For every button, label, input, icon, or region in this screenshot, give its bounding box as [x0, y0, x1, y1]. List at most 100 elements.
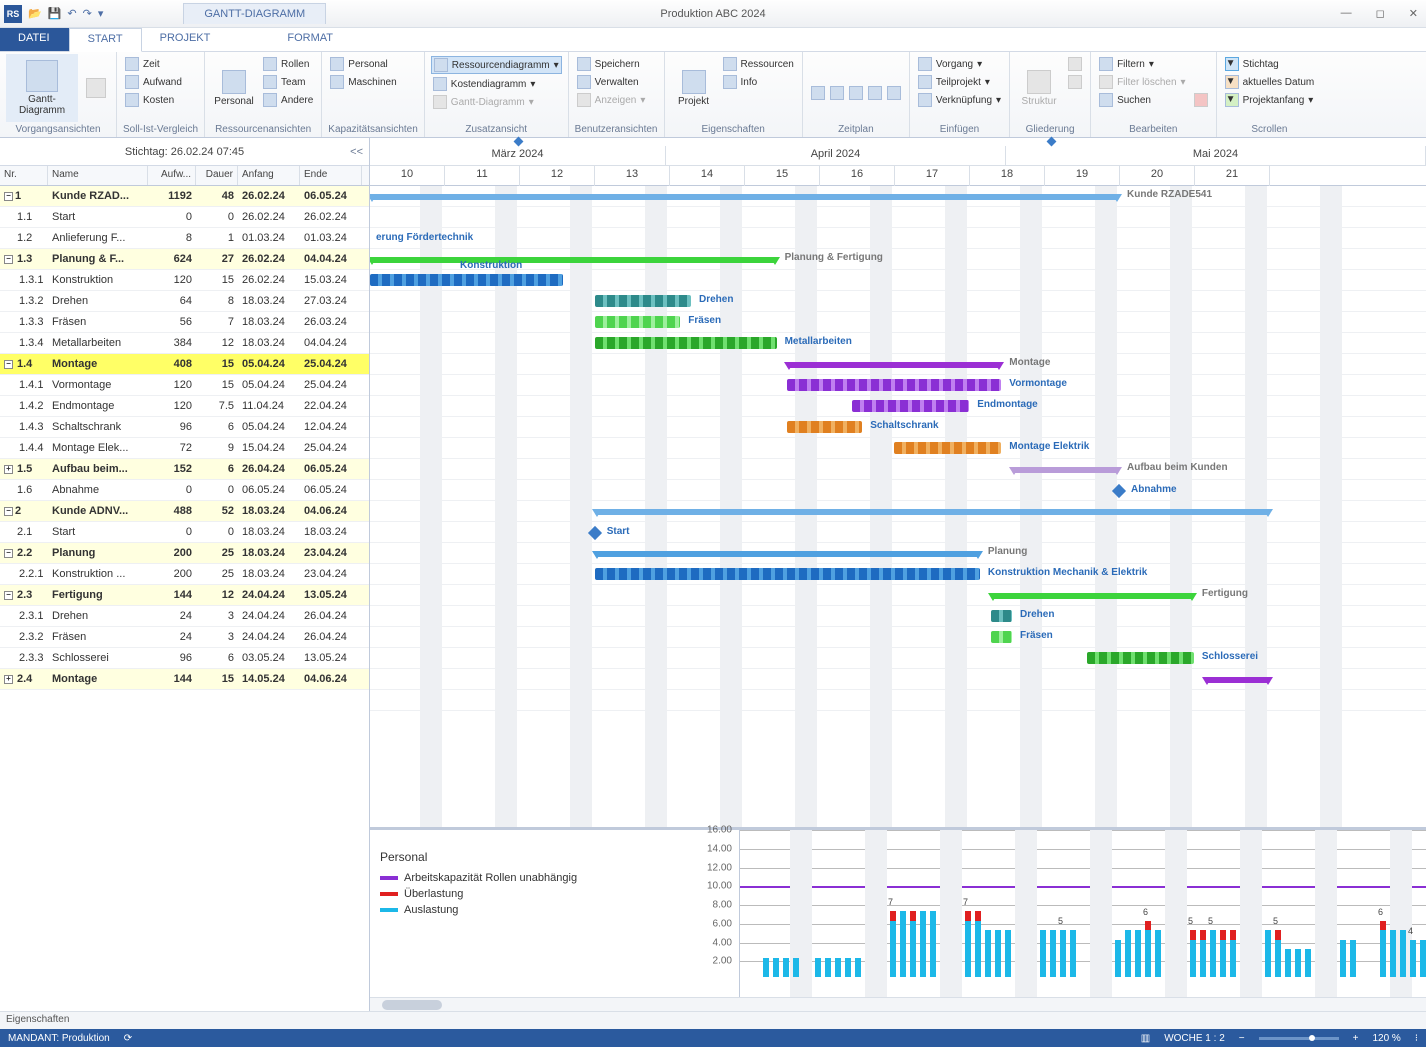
personal-button[interactable]: Personal — [211, 54, 257, 122]
zoom-0[interactable] — [809, 85, 827, 101]
col-aufw[interactable]: Aufw... — [148, 166, 196, 185]
resource-bar[interactable]: 6 — [1145, 921, 1151, 977]
context-tab[interactable]: GANTT-DIAGRAMM — [183, 3, 326, 24]
resource-bar[interactable] — [1040, 930, 1046, 977]
maximize-button[interactable]: ◻ — [1372, 7, 1389, 20]
resource-bar[interactable] — [910, 911, 916, 977]
struktur-button[interactable]: Struktur — [1016, 54, 1062, 122]
table-row[interactable]: +2.4Montage1441514.05.2404.06.24 — [0, 669, 369, 690]
resource-bar[interactable] — [1230, 930, 1236, 977]
filter-loeschen-button[interactable]: Filter löschen ▾ — [1097, 74, 1188, 90]
tab-start[interactable]: START — [69, 28, 142, 52]
resource-bar[interactable] — [1135, 930, 1141, 977]
horizontal-scrollbar[interactable] — [370, 997, 1426, 1011]
ressourcendiagramm-button[interactable]: Ressourcendiagramm ▾ — [431, 56, 562, 74]
qat-save-icon[interactable]: 💾 — [48, 7, 62, 20]
expand-icon[interactable]: − — [4, 591, 13, 600]
task-bar[interactable] — [991, 610, 1012, 622]
table-row[interactable]: −2Kunde ADNV...4885218.03.2404.06.24 — [0, 501, 369, 522]
table-row[interactable]: −1.4Montage4081505.04.2425.04.24 — [0, 354, 369, 375]
table-row[interactable]: −2.2Planung2002518.03.2423.04.24 — [0, 543, 369, 564]
summary-bar[interactable] — [787, 362, 1001, 368]
task-bar[interactable] — [595, 337, 777, 349]
table-row[interactable]: 2.2.1Konstruktion ...2002518.03.2423.04.… — [0, 564, 369, 585]
refresh-icon[interactable]: ⟳ — [124, 1033, 132, 1044]
expand-icon[interactable]: − — [4, 549, 13, 558]
resource-bar[interactable] — [815, 958, 821, 977]
qat-redo-icon[interactable]: ↷ — [83, 7, 92, 20]
table-row[interactable]: 1.3.1Konstruktion1201526.02.2415.03.24 — [0, 270, 369, 291]
col-dauer[interactable]: Dauer — [196, 166, 238, 185]
task-bar[interactable] — [787, 421, 862, 433]
andere-button[interactable]: Andere — [261, 92, 315, 108]
task-bar[interactable] — [787, 379, 1001, 391]
resource-bar[interactable] — [1295, 949, 1301, 977]
verwalten-button[interactable]: Verwalten — [575, 74, 648, 90]
resource-bar[interactable] — [930, 911, 936, 977]
resource-bar[interactable] — [1050, 930, 1056, 977]
info-button[interactable]: Info — [721, 74, 796, 90]
resource-bar[interactable] — [1070, 930, 1076, 977]
expand-icon[interactable]: + — [4, 675, 13, 684]
zusatz-gantt-button[interactable]: Gantt-Diagramm ▾ — [431, 94, 562, 110]
resource-bar[interactable] — [825, 958, 831, 977]
resource-chart[interactable]: 77565556421 — [740, 830, 1426, 997]
summary-bar[interactable] — [370, 194, 1119, 200]
resource-bar[interactable]: 7 — [890, 911, 896, 977]
resource-bar[interactable] — [1125, 930, 1131, 977]
table-row[interactable]: 1.6Abnahme0006.05.2406.05.24 — [0, 480, 369, 501]
task-bar[interactable] — [370, 274, 563, 286]
gl-right-button[interactable] — [1066, 74, 1084, 90]
table-row[interactable]: 1.3.4Metallarbeiten3841218.03.2404.04.24 — [0, 333, 369, 354]
resource-bar[interactable] — [920, 911, 926, 977]
summary-bar[interactable] — [370, 257, 777, 263]
task-bar[interactable] — [1087, 652, 1194, 664]
resource-bar[interactable] — [985, 930, 991, 977]
table-row[interactable]: 2.3.1Drehen24324.04.2426.04.24 — [0, 606, 369, 627]
resource-bar[interactable]: 7 — [965, 911, 971, 977]
expand-icon[interactable]: − — [4, 507, 13, 516]
resource-bar[interactable] — [995, 930, 1001, 977]
aufwand-button[interactable]: Aufwand — [123, 74, 184, 90]
qat-open-icon[interactable]: 📂 — [28, 7, 42, 20]
task-bar[interactable] — [595, 295, 691, 307]
table-row[interactable]: 1.4.2Endmontage1207.511.04.2422.04.24 — [0, 396, 369, 417]
task-bar[interactable] — [991, 631, 1012, 643]
table-row[interactable]: 1.1Start0026.02.2426.02.24 — [0, 207, 369, 228]
suchen-button[interactable]: Suchen — [1097, 92, 1188, 108]
tab-projekt[interactable]: PROJEKT — [142, 28, 230, 51]
resource-bar[interactable] — [1420, 940, 1426, 978]
summary-bar[interactable] — [1205, 677, 1270, 683]
resource-bar[interactable] — [900, 911, 906, 977]
verknuepfung-button[interactable]: Verknüpfung ▾ — [916, 92, 1003, 108]
resource-bar[interactable] — [1200, 930, 1206, 977]
minimize-button[interactable]: — — [1337, 7, 1356, 20]
resource-bar[interactable] — [1285, 949, 1291, 977]
zoom-25[interactable] — [828, 85, 846, 101]
zoom-dialog-icon[interactable]: ⁝ — [1415, 1033, 1418, 1044]
resource-bar[interactable]: 4 — [1410, 940, 1416, 978]
stichtag-button[interactable]: ▼Stichtag — [1223, 56, 1317, 72]
properties-panel-header[interactable]: Eigenschaften — [0, 1011, 1426, 1029]
teilprojekt-button[interactable]: Teilprojekt ▾ — [916, 74, 1003, 90]
status-view-icon[interactable]: ▥ — [1141, 1033, 1150, 1044]
resource-bar[interactable] — [793, 958, 799, 977]
table-row[interactable]: −1Kunde RZAD...11924826.02.2406.05.24 — [0, 186, 369, 207]
table-row[interactable]: 1.4.4Montage Elek...72915.04.2425.04.24 — [0, 438, 369, 459]
summary-bar[interactable] — [595, 509, 1270, 515]
loeschen-button[interactable] — [1192, 92, 1210, 108]
table-row[interactable]: 1.3.3Fräsen56718.03.2426.03.24 — [0, 312, 369, 333]
expand-icon[interactable]: − — [4, 192, 13, 201]
resource-bar[interactable] — [845, 958, 851, 977]
resource-bar[interactable]: 6 — [1380, 921, 1386, 977]
table-row[interactable]: 2.1Start0018.03.2418.03.24 — [0, 522, 369, 543]
speichern-button[interactable]: Speichern — [575, 56, 648, 72]
table-row[interactable]: −2.3Fertigung1441224.04.2413.05.24 — [0, 585, 369, 606]
resource-bar[interactable] — [855, 958, 861, 977]
gantt-body[interactable]: Kunde RZADE541erung FördertechnikPlanung… — [370, 186, 1426, 827]
resource-bar[interactable] — [1305, 949, 1311, 977]
table-row[interactable]: +1.5Aufbau beim...152626.04.2406.05.24 — [0, 459, 369, 480]
zoom-75[interactable] — [866, 85, 884, 101]
expand-icon[interactable]: − — [4, 255, 13, 264]
resource-bar[interactable] — [773, 958, 779, 977]
